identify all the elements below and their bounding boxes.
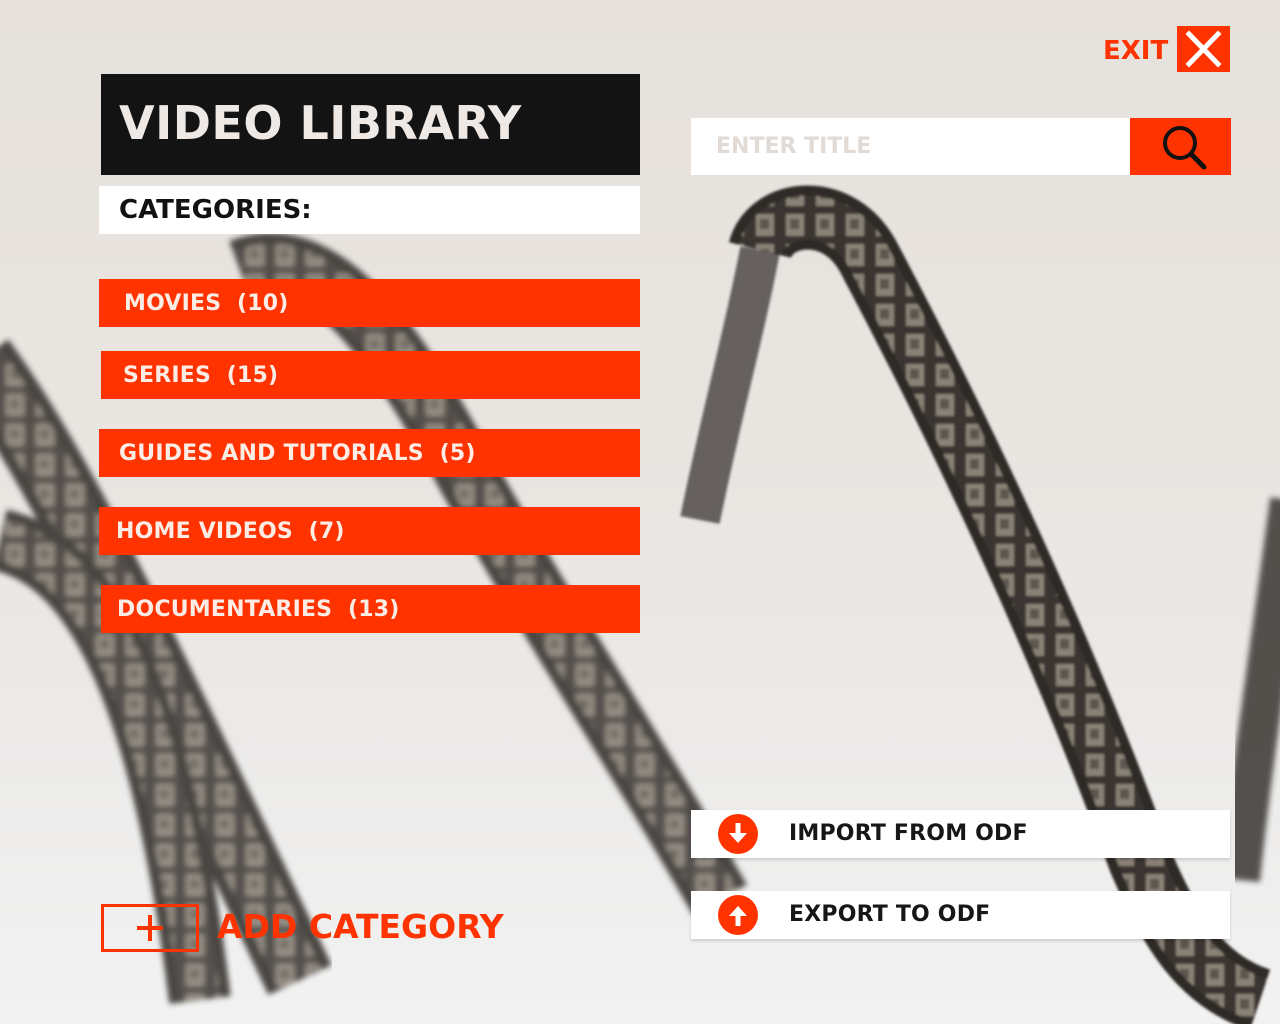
exit-label[interactable]: EXIT [1103, 36, 1168, 66]
category-home-videos-button[interactable]: HOME VIDEOS (7) [99, 507, 640, 555]
category-guides-button[interactable]: GUIDES AND TUTORIALS (5) [99, 429, 640, 477]
category-label: HOME VIDEOS (7) [116, 518, 345, 544]
plus-icon [137, 915, 163, 941]
search-button[interactable] [1130, 118, 1231, 175]
category-documentaries-button[interactable]: DOCUMENTARIES (13) [101, 585, 640, 633]
categories-header: CATEGORIES: [99, 186, 640, 234]
import-odf-button[interactable]: IMPORT FROM ODF [691, 810, 1230, 858]
close-icon [1185, 30, 1222, 68]
upload-arrow-icon [718, 895, 758, 935]
download-arrow-icon [718, 814, 758, 854]
category-label: SERIES (15) [123, 362, 279, 388]
category-movies-button[interactable]: MOVIES (10) [99, 279, 640, 327]
exit-button[interactable] [1177, 26, 1230, 72]
category-series-button[interactable]: SERIES (15) [101, 351, 640, 399]
categories-heading: CATEGORIES: [119, 195, 312, 225]
search-icon [1163, 126, 1207, 170]
add-category-button[interactable] [101, 904, 199, 952]
category-label: MOVIES (10) [124, 290, 289, 316]
category-label: DOCUMENTARIES (13) [117, 596, 400, 622]
add-category-label[interactable]: ADD CATEGORY [217, 907, 504, 946]
export-odf-button[interactable]: EXPORT TO ODF [691, 891, 1230, 939]
title-bar: VIDEO LIBRARY [101, 74, 640, 175]
category-label: GUIDES AND TUTORIALS (5) [119, 440, 476, 466]
page-title: VIDEO LIBRARY [119, 96, 522, 150]
search-input[interactable] [691, 118, 1130, 175]
import-label: IMPORT FROM ODF [789, 821, 1028, 846]
export-label: EXPORT TO ODF [789, 902, 991, 927]
